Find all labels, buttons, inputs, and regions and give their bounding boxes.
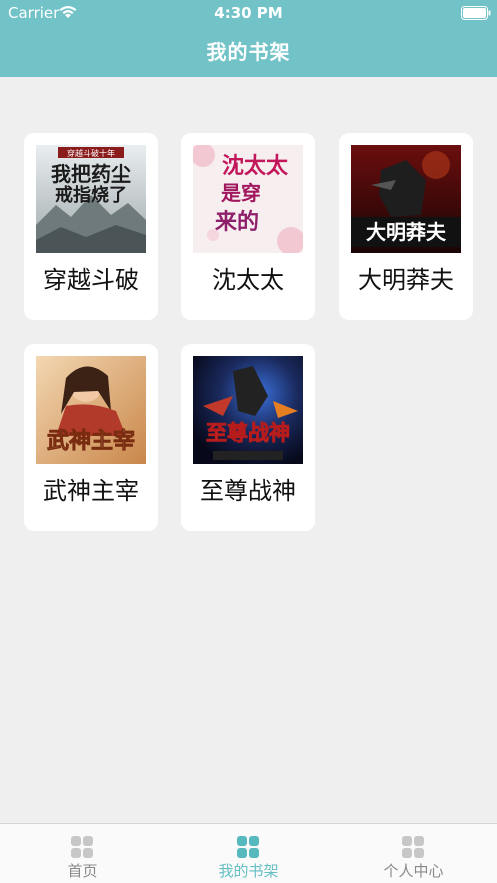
- book-card[interactable]: 大明莽夫 大明莽夫: [339, 133, 473, 320]
- book-card[interactable]: 沈太太 是穿 来的 沈太太: [181, 133, 315, 320]
- grid-icon: [237, 836, 259, 858]
- svg-text:大明莽夫: 大明莽夫: [366, 220, 447, 244]
- svg-text:来的: 来的: [214, 209, 259, 235]
- tab-label: 首页: [67, 862, 98, 880]
- book-card[interactable]: 穿越斗破十年 我把药尘 戒指烧了 穿越斗破: [24, 133, 158, 320]
- book-cover: 大明莽夫: [351, 145, 461, 253]
- book-cover: 穿越斗破十年 我把药尘 戒指烧了: [36, 145, 146, 253]
- cover-top-text: 穿越斗破十年: [67, 148, 115, 158]
- grid-icon: [71, 836, 93, 858]
- book-card[interactable]: 至尊战神 至尊战神: [181, 344, 315, 531]
- svg-text:是穿: 是穿: [220, 181, 261, 205]
- tab-home[interactable]: 首页: [0, 824, 165, 883]
- grid-icon: [402, 836, 424, 858]
- tab-profile[interactable]: 个人中心: [331, 824, 496, 883]
- tab-label: 我的书架: [218, 862, 279, 880]
- tab-bar: 首页 我的书架 个人中心: [0, 823, 497, 883]
- book-cover: 沈太太 是穿 来的: [193, 145, 303, 253]
- battery-icon: [461, 6, 491, 20]
- svg-text:至尊战神: 至尊战神: [206, 420, 290, 445]
- book-cover: 武神主宰: [36, 356, 146, 464]
- nav-header: Carrier 4:30 PM 我的书架: [0, 0, 497, 77]
- book-title: 穿越斗破: [43, 266, 139, 294]
- book-title: 武神主宰: [43, 477, 139, 505]
- page-title: 我的书架: [206, 40, 291, 64]
- book-title: 沈太太: [212, 266, 284, 294]
- book-title: 大明莽夫: [358, 266, 454, 294]
- svg-text:我把药尘: 我把药尘: [51, 162, 131, 186]
- book-card[interactable]: 武神主宰 武神主宰: [24, 344, 158, 531]
- svg-text:戒指烧了: 戒指烧了: [55, 184, 127, 206]
- tab-label: 个人中心: [383, 862, 444, 880]
- status-bar: Carrier 4:30 PM: [0, 0, 497, 26]
- book-cover: 至尊战神: [193, 356, 303, 464]
- svg-text:沈太太: 沈太太: [222, 153, 289, 179]
- status-time: 4:30 PM: [214, 4, 283, 22]
- tab-bookshelf[interactable]: 我的书架: [166, 824, 331, 883]
- svg-text:武神主宰: 武神主宰: [47, 428, 135, 454]
- book-title: 至尊战神: [200, 477, 296, 505]
